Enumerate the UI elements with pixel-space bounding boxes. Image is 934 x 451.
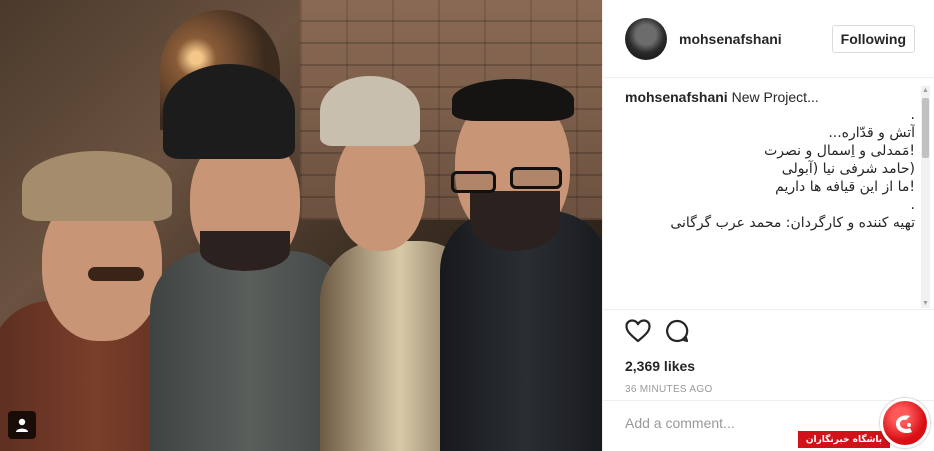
- caption-line: آتش و قدّاره...: [828, 125, 915, 141]
- caption-scrollbar[interactable]: ▲ ▼: [921, 86, 930, 308]
- caption-author-link[interactable]: mohsenafshani: [625, 89, 728, 105]
- watermark-banner: باشگاه خبرنگاران: [798, 431, 890, 448]
- avatar[interactable]: [625, 17, 667, 60]
- user-tag-icon[interactable]: [8, 411, 36, 439]
- heart-icon[interactable]: [625, 318, 651, 348]
- following-button[interactable]: Following: [831, 24, 915, 53]
- scroll-up-arrow-icon[interactable]: ▲: [921, 86, 930, 95]
- caption-line: !ما از این قیافه ها داریم: [775, 179, 915, 195]
- caption-line: (حامد شرفی نیا (آبولی: [781, 161, 915, 177]
- watermark-logo-icon: [880, 398, 930, 448]
- username-link[interactable]: mohsenafshani: [679, 31, 782, 47]
- caption-line: تهیه کننده و کارگردان: محمد عرب گرگانی: [670, 215, 915, 231]
- post-timestamp[interactable]: 36 MINUTES AGO: [625, 384, 913, 395]
- likes-count[interactable]: 2,369 likes: [625, 358, 913, 374]
- caption-line: !مَمدلی و اِسمال و نصرت: [764, 143, 915, 159]
- scroll-thumb[interactable]: [922, 98, 929, 158]
- post-sidebar: mohsenafshani Following mohsenafshani Ne…: [602, 0, 934, 451]
- comment-bubble-icon[interactable]: [665, 319, 689, 348]
- caption-line: .: [910, 107, 915, 123]
- scroll-down-arrow-icon[interactable]: ▼: [921, 299, 930, 308]
- caption-line: .: [910, 197, 915, 213]
- post-photo[interactable]: [0, 0, 602, 451]
- caption-intro: New Project...: [731, 89, 819, 105]
- caption-first-line: mohsenafshani New Project...: [625, 88, 915, 106]
- post-actions: 2,369 likes 36 MINUTES AGO: [603, 309, 934, 395]
- caption-area: mohsenafshani New Project... . آتش و قدّ…: [625, 88, 915, 308]
- post-header: mohsenafshani Following: [603, 0, 934, 78]
